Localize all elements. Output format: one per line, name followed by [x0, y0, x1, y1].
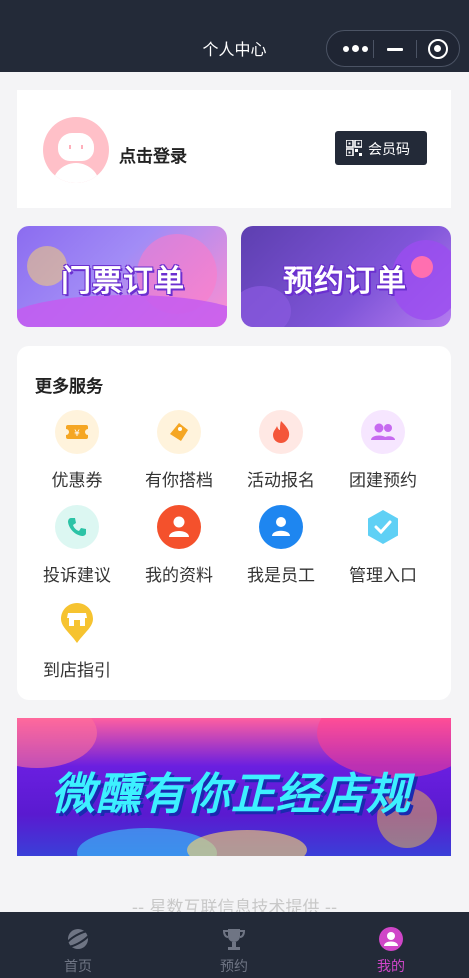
service-label: 到店指引 — [43, 661, 111, 681]
member-code-label: 会员码 — [368, 142, 410, 158]
service-event-signup[interactable]: 活动报名 — [231, 410, 331, 494]
tab-label: 预约 — [220, 959, 248, 975]
service-label: 管理入口 — [349, 566, 417, 586]
tab-home[interactable]: 首页 — [33, 912, 123, 978]
capsule-divider — [373, 40, 374, 58]
banner-text: 微醺有你正经店规 — [51, 769, 411, 820]
ticket-orders-card[interactable]: 门票订单 — [17, 226, 227, 327]
flame-icon — [259, 410, 303, 454]
profile-icon — [379, 927, 403, 951]
service-partner[interactable]: 有你搭档 — [129, 410, 229, 494]
tab-mine[interactable]: 我的 — [346, 912, 436, 978]
mini-program-capsule — [326, 30, 460, 67]
tag-icon — [157, 410, 201, 454]
coupon-icon: ¥ — [55, 410, 99, 454]
group-icon — [361, 410, 405, 454]
service-label: 团建预约 — [349, 471, 417, 491]
service-my-profile[interactable]: 我的资料 — [129, 505, 229, 589]
user-icon — [157, 505, 201, 549]
service-admin-entry[interactable]: 管理入口 — [333, 505, 433, 589]
booking-orders-label: 预约订单 — [283, 264, 407, 299]
service-label: 活动报名 — [247, 471, 315, 491]
service-label: 我的资料 — [145, 566, 213, 586]
qr-code-icon — [346, 140, 362, 156]
top-navigation-bar: 个人中心 — [0, 0, 469, 72]
service-team-booking[interactable]: 团建预约 — [333, 410, 433, 494]
avatar[interactable] — [43, 117, 109, 183]
staff-icon — [259, 505, 303, 549]
tab-label: 我的 — [377, 959, 405, 975]
service-coupon[interactable]: ¥ 优惠券 — [27, 410, 127, 494]
service-label: 我是员工 — [247, 566, 315, 586]
close-icon[interactable] — [428, 39, 448, 59]
service-label: 投诉建议 — [43, 566, 111, 586]
profile-card: 点击登录 会员码 — [17, 90, 451, 208]
tab-label: 首页 — [64, 959, 92, 975]
service-feedback[interactable]: 投诉建议 — [27, 505, 127, 589]
minimize-icon[interactable] — [387, 48, 403, 51]
booking-orders-card[interactable]: 预约订单 — [241, 226, 451, 327]
promo-banner[interactable]: 微醺有你正经店规 — [17, 718, 451, 856]
ticket-orders-label: 门票订单 — [61, 264, 185, 299]
phone-icon — [55, 505, 99, 549]
more-services-panel: 更多服务 ¥ 优惠券 有你搭档 活动报名 团建预约 投诉建议 我的资料 我是员工… — [17, 346, 451, 700]
capsule-divider — [416, 40, 417, 58]
member-code-button[interactable]: 会员码 — [335, 131, 427, 165]
login-link[interactable]: 点击登录 — [119, 142, 187, 167]
service-store-guide[interactable]: 到店指引 — [27, 600, 127, 684]
services-title: 更多服务 — [35, 377, 103, 397]
more-options-icon[interactable] — [341, 42, 369, 56]
svg-text:¥: ¥ — [74, 429, 80, 439]
check-hexagon-icon — [361, 505, 405, 549]
service-staff[interactable]: 我是员工 — [231, 505, 331, 589]
service-label: 有你搭档 — [145, 471, 213, 491]
service-label: 优惠券 — [51, 471, 103, 491]
planet-icon — [65, 929, 91, 949]
bottom-tab-bar: 首页 预约 我的 — [0, 912, 469, 978]
tab-booking[interactable]: 预约 — [189, 912, 279, 978]
store-pin-icon — [55, 600, 99, 644]
trophy-icon — [222, 929, 246, 950]
